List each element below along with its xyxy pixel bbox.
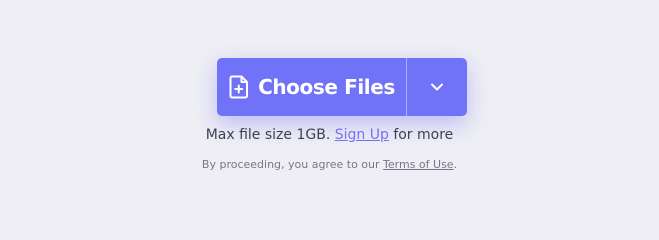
upload-options-dropdown-button[interactable] [407, 58, 467, 116]
file-size-limit-prefix: Max file size 1GB. [205, 127, 331, 143]
choose-files-label: Choose Files [258, 75, 395, 99]
terms-notice-suffix: . [453, 158, 458, 171]
choose-files-split-button: Choose Files [217, 58, 467, 116]
sign-up-link[interactable]: Sign Up [335, 127, 389, 143]
choose-files-button[interactable]: Choose Files [217, 58, 406, 116]
file-add-icon [228, 75, 249, 99]
terms-notice: By proceeding, you agree to our Terms of… [0, 157, 659, 173]
terms-of-use-link[interactable]: Terms of Use [383, 158, 454, 171]
chevron-down-icon [428, 78, 446, 96]
terms-notice-prefix: By proceeding, you agree to our [201, 158, 380, 171]
upload-panel: Choose Files Max file size 1GB. Sign Up … [0, 0, 659, 225]
file-size-limit-text: Max file size 1GB. Sign Up for more [0, 125, 659, 145]
file-size-limit-suffix: for more [393, 127, 454, 143]
